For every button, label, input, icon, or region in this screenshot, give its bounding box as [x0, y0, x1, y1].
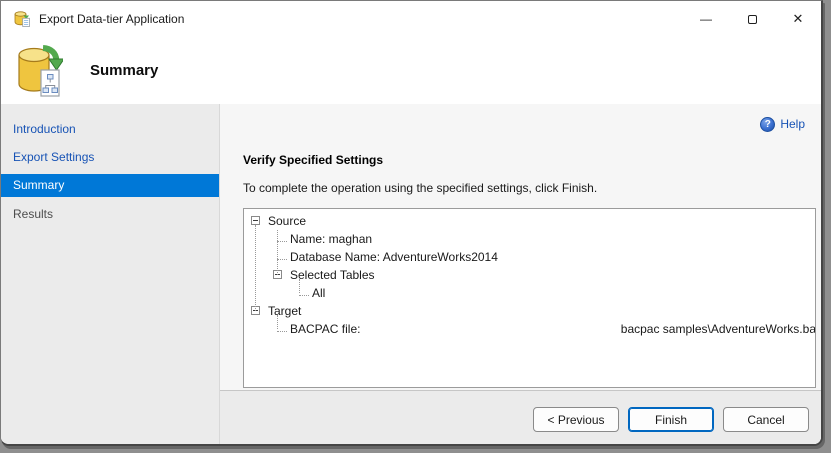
- wizard-footer: < Previous Finish Cancel: [220, 390, 821, 444]
- tree-connector: [277, 259, 287, 260]
- previous-button[interactable]: < Previous: [533, 407, 619, 432]
- tree-item-label: All: [312, 286, 326, 300]
- close-icon: ✕: [792, 11, 804, 26]
- verify-settings-heading: Verify Specified Settings: [243, 153, 384, 167]
- main-panel: ? Help Verify Specified Settings To comp…: [219, 104, 821, 444]
- sidebar-item-summary[interactable]: Summary: [1, 174, 219, 197]
- title-bar: Export Data-tier Application — ✕: [1, 1, 821, 37]
- minimize-button[interactable]: —: [683, 1, 729, 37]
- tree-connector: [277, 331, 287, 332]
- export-dta-wizard-window: Export Data-tier Application — ✕ Summary…: [0, 0, 823, 446]
- tree-item-label: Database Name: AdventureWorks2014: [290, 250, 498, 264]
- tree-item-selected-tables[interactable]: Selected Tables: [244, 266, 815, 284]
- tree-item-label: Selected Tables: [290, 268, 375, 282]
- summary-content: Verify Specified Settings To complete th…: [220, 137, 821, 390]
- minimize-icon: —: [700, 12, 712, 26]
- help-link[interactable]: ? Help: [220, 111, 821, 137]
- tree-item-target[interactable]: Target: [244, 302, 815, 320]
- tree-item-name-maghan[interactable]: Name: maghan: [244, 230, 815, 248]
- tree-connector: [277, 241, 287, 242]
- tree-connector: [299, 279, 300, 293]
- help-icon: ?: [760, 116, 776, 132]
- wizard-body: Introduction Export Settings Summary Result…: [1, 104, 821, 444]
- sidebar-item-export-settings[interactable]: Export Settings: [1, 143, 219, 171]
- tree-item-label: Name: maghan: [290, 232, 373, 246]
- help-label: Help: [780, 117, 805, 131]
- app-icon: [14, 11, 30, 27]
- sidebar-item-results[interactable]: Results: [1, 200, 219, 228]
- wizard-header: Summary: [1, 37, 821, 104]
- tree-item-bacpac-file[interactable]: BACPAC file: bacpac samples\AdventureWork…: [244, 320, 815, 338]
- tree-item-database-name-adventureworks2014[interactable]: Database Name: AdventureWorks2014: [244, 248, 815, 266]
- close-button[interactable]: ✕: [775, 1, 821, 37]
- tree-item-all[interactable]: All: [244, 284, 815, 302]
- tree-item-label: BACPAC file:: [290, 322, 361, 336]
- finish-button[interactable]: Finish: [628, 407, 714, 432]
- footer-buttons: < Previous Finish Cancel: [533, 407, 809, 432]
- tree-connector: [277, 315, 278, 329]
- tree-connector: [255, 225, 256, 311]
- maximize-icon: [747, 14, 757, 24]
- page-title: Summary: [90, 62, 159, 79]
- sidebar-item-introduction[interactable]: Introduction: [1, 115, 219, 143]
- tree-connector: [277, 230, 278, 275]
- window-controls: — ✕: [683, 1, 821, 37]
- instruction-text: To complete the operation using the spec…: [243, 181, 598, 195]
- cancel-button[interactable]: Cancel: [723, 407, 809, 432]
- screenshot-canvas: Export Data-tier Application — ✕ Summary…: [0, 0, 831, 453]
- window-title: Export Data-tier Application: [39, 12, 185, 26]
- wizard-nav: Introduction Export Settings Summary Result…: [1, 104, 219, 444]
- tree-item-label: Target: [268, 304, 302, 318]
- tree-collapse-icon[interactable]: [251, 216, 260, 225]
- tree-connector: [299, 295, 309, 296]
- tree-item-source[interactable]: Source: [244, 212, 815, 230]
- bacpac-path-value: bacpac samples\AdventureWorks.ba: [620, 322, 816, 336]
- export-database-icon: [15, 44, 63, 98]
- summary-tree[interactable]: Source Name: maghan Database Name: Adventu…: [243, 208, 816, 388]
- tree-item-label: Source: [268, 214, 307, 228]
- maximize-button[interactable]: [729, 1, 775, 37]
